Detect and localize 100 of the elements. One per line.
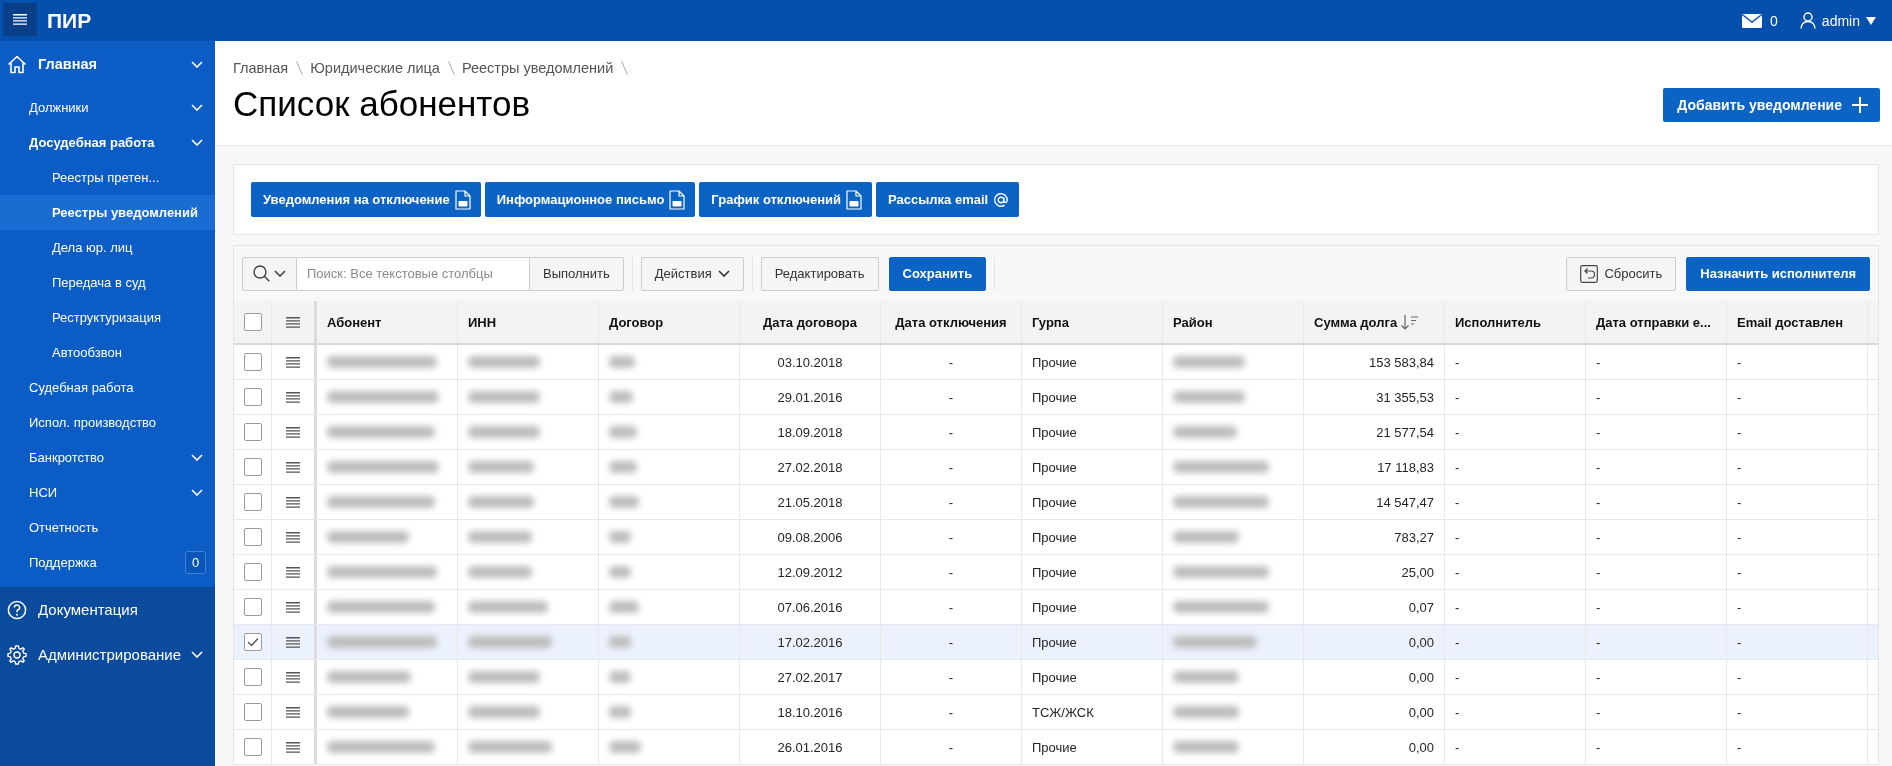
table-cell: - xyxy=(1586,590,1727,624)
document-button[interactable]: Уведомления на отключение xyxy=(251,182,481,217)
column-header[interactable]: Email доставлен xyxy=(1727,301,1868,343)
menu-icon xyxy=(13,14,27,25)
document-button[interactable]: Рассылка email xyxy=(876,182,1020,217)
table-row[interactable]: 27.02.2018 - Прочие 17 118,83 - - - xyxy=(234,450,1878,485)
sidebar-item[interactable]: Должники xyxy=(0,90,215,125)
column-header[interactable]: Дата отключения xyxy=(881,301,1022,343)
sidebar-item[interactable]: Администрирование xyxy=(0,632,215,677)
blurred-text xyxy=(609,741,641,753)
column-header[interactable]: Дата договора xyxy=(740,301,881,343)
column-header[interactable]: Исполнитель xyxy=(1445,301,1586,343)
column-header[interactable]: Район xyxy=(1163,301,1304,343)
sidebar-item[interactable]: Реструктуризация xyxy=(0,300,215,335)
select-all-checkbox[interactable] xyxy=(243,313,262,331)
sidebar-item[interactable]: Банкротство xyxy=(0,440,215,475)
column-menu-icon[interactable] xyxy=(286,316,300,328)
sidebar-item[interactable]: НСИ xyxy=(0,475,215,510)
row-menu-icon[interactable] xyxy=(286,601,300,613)
row-menu-icon[interactable] xyxy=(286,706,300,718)
sidebar-item[interactable]: Главная xyxy=(0,41,215,87)
breadcrumb-link[interactable]: Юридические лица xyxy=(310,60,440,76)
add-notification-button[interactable]: Добавить уведомление xyxy=(1663,88,1880,122)
menu-button[interactable] xyxy=(3,3,37,36)
row-menu-icon[interactable] xyxy=(286,356,300,368)
row-checkbox[interactable] xyxy=(243,598,262,616)
blurred-text xyxy=(1173,706,1239,718)
table-row[interactable]: 12.09.2012 - Прочие 25,00 - - - xyxy=(234,555,1878,590)
blurred-text xyxy=(468,706,540,718)
go-button[interactable]: Выполнить xyxy=(530,256,624,291)
row-checkbox[interactable] xyxy=(243,738,262,756)
document-button[interactable]: График отключений xyxy=(699,182,873,217)
row-menu-icon[interactable] xyxy=(286,496,300,508)
row-menu-icon[interactable] xyxy=(286,566,300,578)
user-menu[interactable]: admin xyxy=(1821,12,1860,29)
table-cell: - xyxy=(1727,625,1868,659)
column-header[interactable]: Договор xyxy=(599,301,740,343)
table-row[interactable]: 09.08.2006 - Прочие 783,27 - - - xyxy=(234,520,1878,555)
table-row[interactable]: 03.10.2018 - Прочие 153 583,84 - - - xyxy=(234,345,1878,380)
blurred-text xyxy=(609,496,639,508)
table-cell: Прочие xyxy=(1022,450,1163,484)
row-checkbox[interactable] xyxy=(243,668,262,686)
sidebar-item[interactable]: Документация xyxy=(0,587,215,632)
table-row[interactable]: 18.09.2018 - Прочие 21 577,54 - - - xyxy=(234,415,1878,450)
column-header[interactable]: Абонент xyxy=(317,301,458,343)
row-checkbox[interactable] xyxy=(243,458,262,476)
actions-menu-button[interactable]: Действия xyxy=(640,256,744,291)
table-cell: - xyxy=(1586,625,1727,659)
table-row[interactable]: 29.01.2016 - Прочие 31 355,53 - - - xyxy=(234,380,1878,415)
assign-executor-button[interactable]: Назначить исполнителя xyxy=(1686,256,1870,291)
caret-icon[interactable] xyxy=(1866,16,1876,25)
table-cell: 21.05.2018 xyxy=(740,485,881,519)
sidebar-item[interactable]: Реестры претен... xyxy=(0,160,215,195)
row-menu-icon[interactable] xyxy=(286,391,300,403)
row-checkbox[interactable] xyxy=(243,353,262,371)
sidebar-item[interactable]: Поддержка 0 xyxy=(0,545,215,580)
mail-icon[interactable] xyxy=(1742,13,1763,28)
row-checkbox[interactable] xyxy=(243,423,262,441)
document-icon xyxy=(846,189,863,210)
table-row[interactable]: 17.02.2016 - Прочие 0,00 - - - xyxy=(234,625,1878,660)
row-checkbox[interactable] xyxy=(243,493,262,511)
reset-button[interactable]: Сбросить xyxy=(1566,256,1677,291)
sidebar-item[interactable]: Автообзвон xyxy=(0,335,215,370)
column-header[interactable]: Гурпа xyxy=(1022,301,1163,343)
sidebar-item[interactable]: Досудебная работа xyxy=(0,125,215,160)
sidebar-item[interactable]: Реестры уведомлений xyxy=(0,195,215,230)
table-row[interactable]: 18.10.2016 - ТСЖ/ЖСК 0,00 - - - xyxy=(234,695,1878,730)
breadcrumb-link[interactable]: Главная xyxy=(233,60,289,76)
save-button[interactable]: Сохранить xyxy=(888,256,987,291)
column-header[interactable]: Сумма долга xyxy=(1304,301,1445,343)
sidebar-item[interactable]: Отчетность xyxy=(0,510,215,545)
row-menu-icon[interactable] xyxy=(286,426,300,438)
edit-button[interactable]: Редактировать xyxy=(760,256,879,291)
table-row[interactable]: 27.02.2017 - Прочие 0,00 - - - xyxy=(234,660,1878,695)
breadcrumb-link[interactable]: Реестры уведомлений xyxy=(461,60,614,76)
sidebar-item[interactable]: Судебная работа xyxy=(0,370,215,405)
table-row[interactable]: 21.05.2018 - Прочие 14 547,47 - - - xyxy=(234,485,1878,520)
row-menu-icon[interactable] xyxy=(286,531,300,543)
row-checkbox[interactable] xyxy=(243,703,262,721)
app-logo[interactable]: ПИР xyxy=(47,8,92,33)
table-cell: - xyxy=(881,555,1022,589)
table-cell: - xyxy=(881,345,1022,379)
sidebar-item[interactable]: Передача в суд xyxy=(0,265,215,300)
sidebar-item[interactable]: Испол. производство xyxy=(0,405,215,440)
row-menu-icon[interactable] xyxy=(286,671,300,683)
row-checkbox[interactable] xyxy=(243,563,262,581)
table-cell: 26.01.2016 xyxy=(740,730,881,764)
row-checkbox[interactable] xyxy=(243,633,262,651)
column-header[interactable]: Дата отправки е... xyxy=(1586,301,1727,343)
row-menu-icon[interactable] xyxy=(286,741,300,753)
row-menu-icon[interactable] xyxy=(286,636,300,648)
sidebar-item[interactable]: Дела юр. лиц xyxy=(0,230,215,265)
document-button[interactable]: Информационное письмо xyxy=(484,182,696,217)
row-checkbox[interactable] xyxy=(243,388,262,406)
row-checkbox[interactable] xyxy=(243,528,262,546)
row-menu-icon[interactable] xyxy=(286,461,300,473)
search-column-button[interactable] xyxy=(242,256,297,291)
column-header[interactable]: ИНН xyxy=(458,301,599,343)
search-field[interactable]: Поиск: Все текстовые столбцы xyxy=(297,256,530,291)
table-row[interactable]: 26.01.2016 - Прочие 0,00 - - - xyxy=(234,730,1878,765)
